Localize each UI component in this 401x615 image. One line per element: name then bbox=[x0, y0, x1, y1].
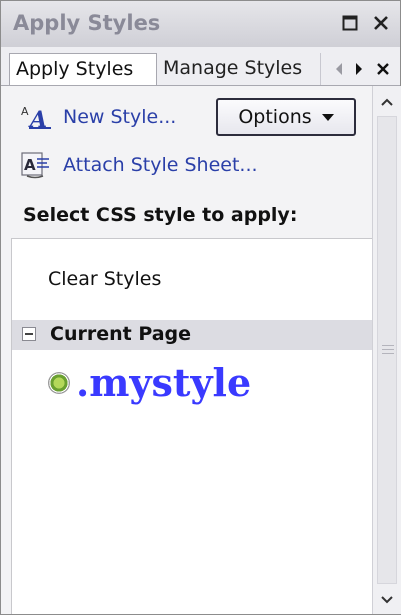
clear-styles-item[interactable]: Clear Styles bbox=[48, 268, 161, 290]
style-item-mystyle[interactable]: .mystyle bbox=[48, 363, 251, 403]
close-icon bbox=[374, 16, 388, 30]
tab-manage-styles[interactable]: Manage Styles bbox=[157, 53, 321, 85]
dropdown-arrow-icon bbox=[321, 113, 334, 121]
new-style-label: New Style... bbox=[63, 106, 177, 128]
scrollbar-grip-icon bbox=[382, 345, 394, 357]
scrollbar-track[interactable] bbox=[377, 116, 397, 584]
attach-style-sheet-icon: A bbox=[21, 152, 49, 179]
maximize-button[interactable] bbox=[337, 10, 363, 36]
chevron-down-icon bbox=[381, 596, 393, 604]
collapse-icon[interactable] bbox=[22, 327, 36, 341]
select-css-label: Select CSS style to apply: bbox=[23, 204, 298, 226]
vertical-scrollbar[interactable] bbox=[372, 86, 401, 614]
scroll-down-button[interactable] bbox=[375, 586, 399, 614]
title-bar: Apply Styles bbox=[1, 1, 400, 48]
attach-style-sheet-label: Attach Style Sheet... bbox=[63, 154, 258, 176]
current-page-section[interactable]: Current Page bbox=[12, 320, 372, 350]
svg-text:A: A bbox=[24, 156, 36, 174]
styles-list: Clear Styles Current Page .mystyle bbox=[11, 238, 372, 614]
style-bullet-icon bbox=[48, 372, 70, 394]
svg-text:A: A bbox=[28, 107, 47, 130]
style-name: .mystyle bbox=[76, 360, 252, 405]
tab-scroll-right-button[interactable] bbox=[351, 55, 367, 83]
close-icon bbox=[377, 63, 389, 75]
chevron-up-icon bbox=[381, 98, 393, 106]
tab-scroll-left-button[interactable] bbox=[331, 55, 347, 83]
maximize-icon bbox=[342, 15, 358, 31]
apply-styles-panel: Apply Styles Apply Styles Manage Styles … bbox=[0, 0, 401, 615]
svg-text:A: A bbox=[21, 105, 29, 118]
tab-apply-styles[interactable]: Apply Styles bbox=[9, 53, 157, 85]
options-button[interactable]: Options bbox=[216, 98, 356, 136]
window-title: Apply Styles bbox=[13, 11, 161, 35]
attach-style-sheet-link[interactable]: A Attach Style Sheet... bbox=[21, 151, 258, 179]
chevron-left-icon bbox=[336, 63, 342, 75]
close-button[interactable] bbox=[368, 10, 394, 36]
scroll-up-button[interactable] bbox=[375, 88, 399, 116]
section-title: Current Page bbox=[50, 323, 192, 345]
options-label: Options bbox=[238, 106, 312, 128]
new-style-icon: A A bbox=[21, 105, 51, 130]
chevron-right-icon bbox=[356, 63, 362, 75]
new-style-link[interactable]: A A New Style... bbox=[21, 104, 176, 130]
tab-strip: Apply Styles Manage Styles bbox=[1, 47, 400, 86]
tab-close-button[interactable] bbox=[373, 55, 393, 83]
